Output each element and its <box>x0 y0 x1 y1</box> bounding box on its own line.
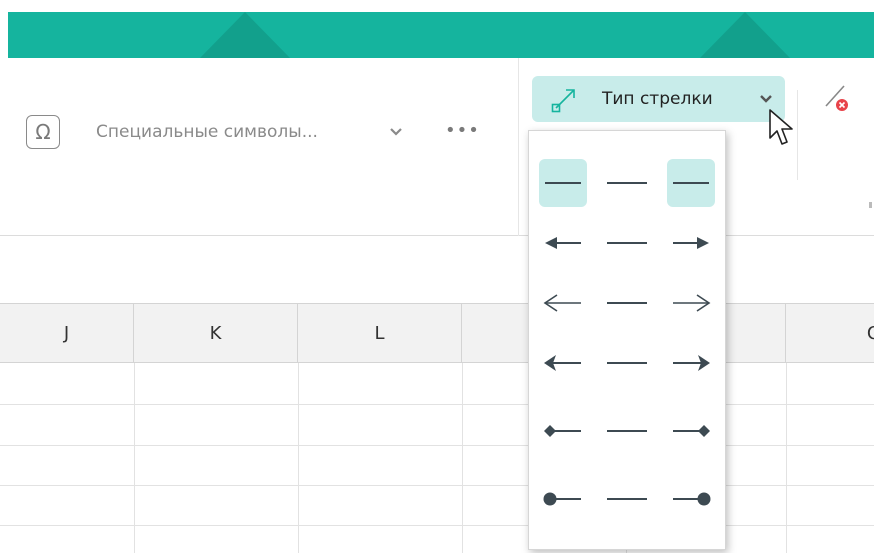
arrow-type-icon <box>551 89 575 113</box>
row-divider <box>0 525 874 526</box>
ribbon-divider <box>518 58 519 236</box>
arrow-end-oval-option[interactable] <box>667 475 715 523</box>
arrow-begin-filled-option[interactable] <box>539 219 587 267</box>
row-divider <box>0 485 874 486</box>
more-options-button[interactable]: ••• <box>445 120 480 141</box>
column-header-j[interactable]: J <box>0 303 134 363</box>
title-bar <box>0 0 874 58</box>
line-preview-icon <box>603 339 651 387</box>
arrow-end-none-option[interactable] <box>667 159 715 207</box>
column-divider <box>134 363 135 553</box>
ribbon-toolbar: Ω Специальные символы... ••• Тип стрелки <box>0 58 874 236</box>
arrow-begin-none-option[interactable] <box>539 159 587 207</box>
arrow-end-open-option[interactable] <box>667 279 715 327</box>
special-symbols-icon[interactable]: Ω <box>26 115 60 149</box>
arrow-begin-diamond-option[interactable] <box>539 407 587 455</box>
line-preview-icon <box>603 219 651 267</box>
column-header-k[interactable]: K <box>134 303 298 363</box>
tab-notch-left <box>200 12 290 58</box>
column-header-o[interactable]: O <box>786 303 874 363</box>
special-symbols-button[interactable]: Специальные символы... <box>96 122 318 142</box>
arrow-end-diamond-option[interactable] <box>667 407 715 455</box>
line-preview-icon <box>603 279 651 327</box>
row-divider <box>0 445 874 446</box>
line-preview-icon <box>603 159 651 207</box>
chevron-down-icon[interactable] <box>758 91 774 107</box>
arrow-type-label: Тип стрелки <box>602 89 713 109</box>
column-divider <box>462 363 463 553</box>
tab-notch-right <box>700 12 790 58</box>
spreadsheet-app: Ω Специальные символы... ••• Тип стрелки <box>0 0 874 553</box>
chevron-down-icon[interactable] <box>388 124 404 140</box>
arrow-end-stealth-option[interactable] <box>667 339 715 387</box>
spreadsheet-grid: J K L O <box>0 303 874 553</box>
arrow-begin-stealth-option[interactable] <box>539 339 587 387</box>
line-preview-icon <box>603 475 651 523</box>
row-divider <box>0 404 874 405</box>
formula-bar[interactable] <box>0 237 874 303</box>
arrow-begin-oval-option[interactable] <box>539 475 587 523</box>
mouse-cursor-icon <box>769 109 793 145</box>
line-preview-icon <box>603 407 651 455</box>
column-header-l[interactable]: L <box>298 303 462 363</box>
column-divider <box>298 363 299 553</box>
column-divider <box>786 363 787 553</box>
arrow-end-filled-option[interactable] <box>667 219 715 267</box>
ribbon-divider <box>797 90 798 180</box>
arrow-type-button[interactable]: Тип стрелки <box>532 76 785 122</box>
arrow-type-dropdown <box>528 130 726 550</box>
arrow-begin-open-option[interactable] <box>539 279 587 327</box>
no-line-icon[interactable] <box>820 80 854 114</box>
overflow-marker <box>869 202 872 208</box>
